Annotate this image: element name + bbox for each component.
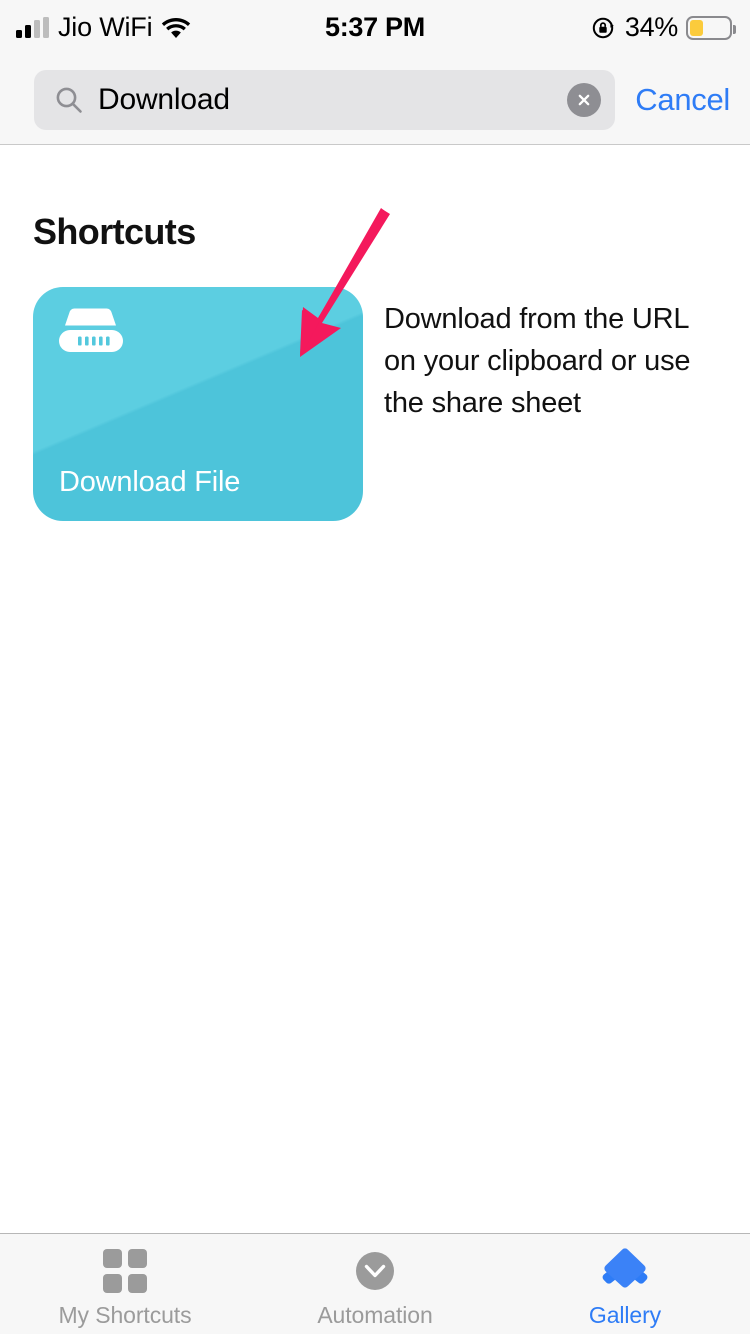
search-input[interactable]: Download xyxy=(34,69,616,130)
signal-bars-icon xyxy=(16,16,49,38)
stacked-diamonds-icon xyxy=(599,1246,651,1296)
battery-icon xyxy=(686,15,736,40)
tab-gallery[interactable]: Gallery xyxy=(500,1234,750,1334)
carrier-label: Jio WiFi xyxy=(58,12,153,42)
cancel-button[interactable]: Cancel xyxy=(635,82,730,118)
tab-automation[interactable]: Automation xyxy=(250,1234,500,1334)
search-input-value: Download xyxy=(98,82,230,116)
rotation-lock-icon xyxy=(592,17,614,38)
shortcut-description: Download from the URL on your clipboard … xyxy=(384,303,691,419)
battery-percent-label: 34% xyxy=(624,12,678,42)
tab-my-shortcuts-label: My Shortcuts xyxy=(58,1301,192,1328)
section-title: Shortcuts xyxy=(33,211,196,252)
search-icon xyxy=(56,87,82,113)
status-bar: Jio WiFi 5:37 PM 34% xyxy=(0,0,750,55)
tab-my-shortcuts[interactable]: My Shortcuts xyxy=(0,1234,250,1334)
shortcut-card-title: Download File xyxy=(59,466,241,498)
server-drive-icon xyxy=(59,308,123,352)
tab-bar: My Shortcuts Automation Gallery xyxy=(0,1233,750,1334)
clock-label: 5:37 PM xyxy=(325,12,425,42)
tab-gallery-label: Gallery xyxy=(588,1301,662,1328)
shortcut-result-row: Download File Download from the URL on y… xyxy=(33,287,713,521)
search-results-area: Shortcuts Download File Download from th… xyxy=(0,146,750,1233)
grid-squares-icon xyxy=(103,1246,147,1296)
search-header: Download Cancel xyxy=(0,55,750,145)
clock-chevron-icon xyxy=(351,1246,399,1296)
status-bar-right: 34% xyxy=(591,12,736,43)
status-bar-left: Jio WiFi xyxy=(16,14,191,41)
wifi-icon xyxy=(162,17,191,38)
clear-text-icon[interactable] xyxy=(567,82,602,117)
tab-automation-label: Automation xyxy=(317,1301,433,1328)
shortcut-card-download-file[interactable]: Download File xyxy=(33,287,363,521)
